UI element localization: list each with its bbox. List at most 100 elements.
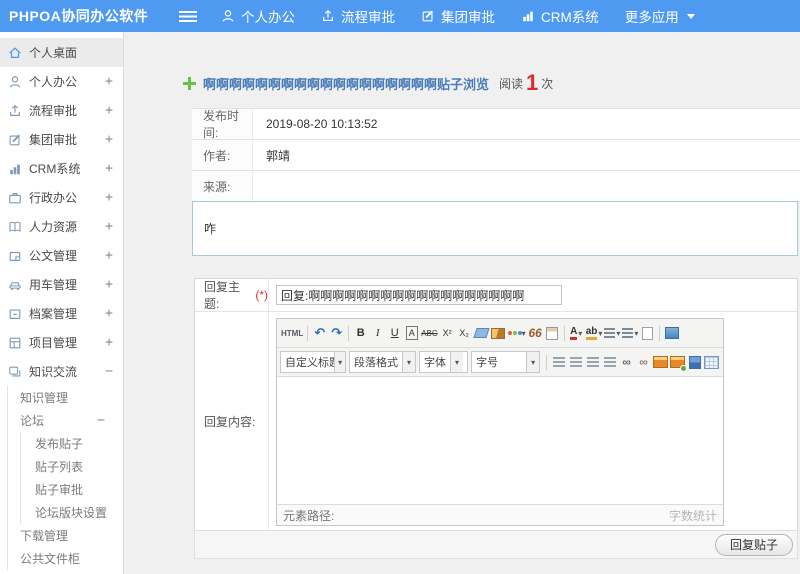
- word-count-label[interactable]: 字数统计: [669, 507, 717, 524]
- chevron-down-icon: ▾: [521, 328, 526, 338]
- toolbar-separator: [348, 325, 350, 341]
- sidebar-item-public-file-cabinet[interactable]: 公共文件柜: [8, 547, 123, 570]
- reply-subject-input[interactable]: [276, 285, 562, 305]
- sidebar-item-label: 下载管理: [20, 529, 69, 543]
- sidebar-item-personal-desktop[interactable]: 个人桌面: [0, 38, 123, 67]
- expand-icon[interactable]: +: [105, 277, 113, 292]
- chevron-down-icon: [686, 13, 695, 19]
- fullscreen-button[interactable]: [663, 324, 680, 342]
- insert-link-button[interactable]: ∞: [618, 353, 635, 371]
- sidebar-item-knowledge-mgmt[interactable]: 知识管理: [8, 386, 123, 409]
- highlight-icon: ab: [585, 326, 598, 340]
- highlight-color-button[interactable]: ab ▾: [585, 324, 604, 342]
- sidebar-item-admin-office[interactable]: 行政办公 +: [0, 183, 123, 212]
- expand-icon[interactable]: +: [105, 306, 113, 321]
- expand-icon[interactable]: +: [105, 190, 113, 205]
- sidebar-item-post-create[interactable]: 发布贴子: [21, 432, 123, 455]
- sidebar-item-forum-board-settings[interactable]: 论坛版块设置: [21, 501, 123, 524]
- font-border-button[interactable]: A: [405, 326, 418, 340]
- italic-button[interactable]: I: [369, 324, 386, 342]
- fullscreen-icon: [664, 327, 679, 339]
- paragraph-format-select[interactable]: 段落格式 ▾: [349, 351, 416, 373]
- publish-time-value: 2019-08-20 10:13:52: [266, 117, 378, 131]
- sidebar-item-archive-mgmt[interactable]: 档案管理 +: [0, 299, 123, 328]
- insert-image-button[interactable]: [652, 353, 669, 371]
- sidebar-item-vehicle-mgmt[interactable]: 用车管理 +: [0, 270, 123, 299]
- media-icon: [688, 355, 701, 369]
- sidebar-item-forum[interactable]: 论坛 −: [8, 409, 123, 432]
- custom-heading-select[interactable]: 自定义标题▾: [280, 351, 346, 373]
- format-brush-button[interactable]: [490, 324, 507, 342]
- font-size-select[interactable]: 字号 ▾: [471, 351, 541, 373]
- font-color-button[interactable]: A ▾: [568, 324, 585, 342]
- new-document-button[interactable]: [639, 324, 656, 342]
- expand-icon[interactable]: +: [105, 161, 113, 176]
- reply-form: 回复主题: (*) 回复内容: HTML ↶ ↷ B: [194, 278, 798, 531]
- nav-more-apps[interactable]: 更多应用: [625, 6, 695, 26]
- collapse-icon[interactable]: −: [105, 364, 113, 379]
- sidebar-item-personal-office[interactable]: 个人办公 +: [0, 67, 123, 96]
- nav-workflow-approval[interactable]: 流程审批: [321, 6, 395, 26]
- briefcase-icon: [9, 192, 21, 203]
- bold-button[interactable]: B: [352, 324, 369, 342]
- redo-button[interactable]: ↷: [328, 324, 345, 342]
- unordered-list-button[interactable]: ▾: [621, 324, 639, 342]
- sidebar-item-post-list[interactable]: 贴子列表: [21, 455, 123, 478]
- strikethrough-button[interactable]: ABC: [420, 324, 438, 342]
- nav-crm-system[interactable]: CRM系统: [521, 6, 599, 26]
- chevron-down-icon: ▾: [526, 352, 540, 372]
- expand-icon[interactable]: +: [105, 103, 113, 118]
- upload-image-button[interactable]: [669, 353, 686, 371]
- align-center-button[interactable]: [567, 353, 584, 371]
- html-source-button[interactable]: HTML: [280, 324, 304, 342]
- underline-button[interactable]: U: [386, 324, 403, 342]
- align-left-button[interactable]: [550, 353, 567, 371]
- expand-icon[interactable]: +: [105, 219, 113, 234]
- plus-icon: [183, 76, 196, 90]
- sidebar-item-workflow-approval[interactable]: 流程审批 +: [0, 96, 123, 125]
- color-palette-button[interactable]: ▾: [507, 324, 527, 342]
- nav-group-approval[interactable]: 集团审批: [421, 6, 495, 26]
- nav-personal-office[interactable]: 个人办公: [221, 6, 295, 26]
- align-right-button[interactable]: [584, 353, 601, 371]
- ordered-list-button[interactable]: ▾: [603, 324, 621, 342]
- author-value: 郭靖: [266, 148, 291, 163]
- table-icon: [704, 355, 720, 369]
- sidebar-item-label: 行政办公: [29, 191, 78, 205]
- expand-icon[interactable]: +: [105, 74, 113, 89]
- reply-subject-label-cell: 回复主题: (*): [195, 279, 269, 311]
- insert-table-button[interactable]: [703, 353, 720, 371]
- menu-toggle-icon[interactable]: [179, 10, 197, 22]
- align-justify-button[interactable]: [601, 353, 618, 371]
- sidebar-item-document-mgmt[interactable]: 公文管理 +: [0, 241, 123, 270]
- collapse-icon[interactable]: −: [97, 413, 105, 428]
- editor-toolbar-row1: HTML ↶ ↷ B I U A ABC X² X₂ ▾ 66 A ▾ ab ▾…: [277, 319, 723, 348]
- insert-media-button[interactable]: [686, 353, 703, 371]
- subscript-button[interactable]: X₂: [456, 324, 473, 342]
- blockquote-button[interactable]: 66: [527, 324, 544, 342]
- eraser-button[interactable]: [473, 324, 490, 342]
- remove-link-button[interactable]: ∞: [635, 353, 652, 371]
- editor-content-area[interactable]: [277, 377, 723, 504]
- sidebar-item-knowledge-exchange[interactable]: 知识交流 −: [0, 357, 123, 386]
- sidebar-item-group-approval[interactable]: 集团审批 +: [0, 125, 123, 154]
- read-count: 1: [526, 70, 539, 95]
- sidebar-item-project-mgmt[interactable]: 项目管理 +: [0, 328, 123, 357]
- expand-icon[interactable]: +: [105, 248, 113, 263]
- sidebar-item-download-mgmt[interactable]: 下载管理: [8, 524, 123, 547]
- superscript-button[interactable]: X²: [439, 324, 456, 342]
- toolbar-separator: [546, 354, 548, 370]
- sidebar-item-human-resources[interactable]: 人力资源 +: [0, 212, 123, 241]
- sidebar-item-label: 论坛: [20, 414, 45, 428]
- undo-button[interactable]: ↶: [311, 324, 328, 342]
- sidebar-item-crm-system[interactable]: CRM系统 +: [0, 154, 123, 183]
- paste-button[interactable]: [544, 324, 561, 342]
- sidebar-item-post-approval[interactable]: 贴子审批: [21, 478, 123, 501]
- nav-label: 集团审批: [441, 10, 495, 25]
- expand-icon[interactable]: +: [105, 335, 113, 350]
- reply-submit-button[interactable]: 回复贴子: [714, 533, 793, 556]
- font-family-select[interactable]: 字体 ▾: [419, 351, 469, 373]
- expand-icon[interactable]: +: [105, 132, 113, 147]
- app-brand: PHPOA协同办公软件: [9, 8, 149, 24]
- publish-time-label: 发布时间:: [192, 109, 253, 140]
